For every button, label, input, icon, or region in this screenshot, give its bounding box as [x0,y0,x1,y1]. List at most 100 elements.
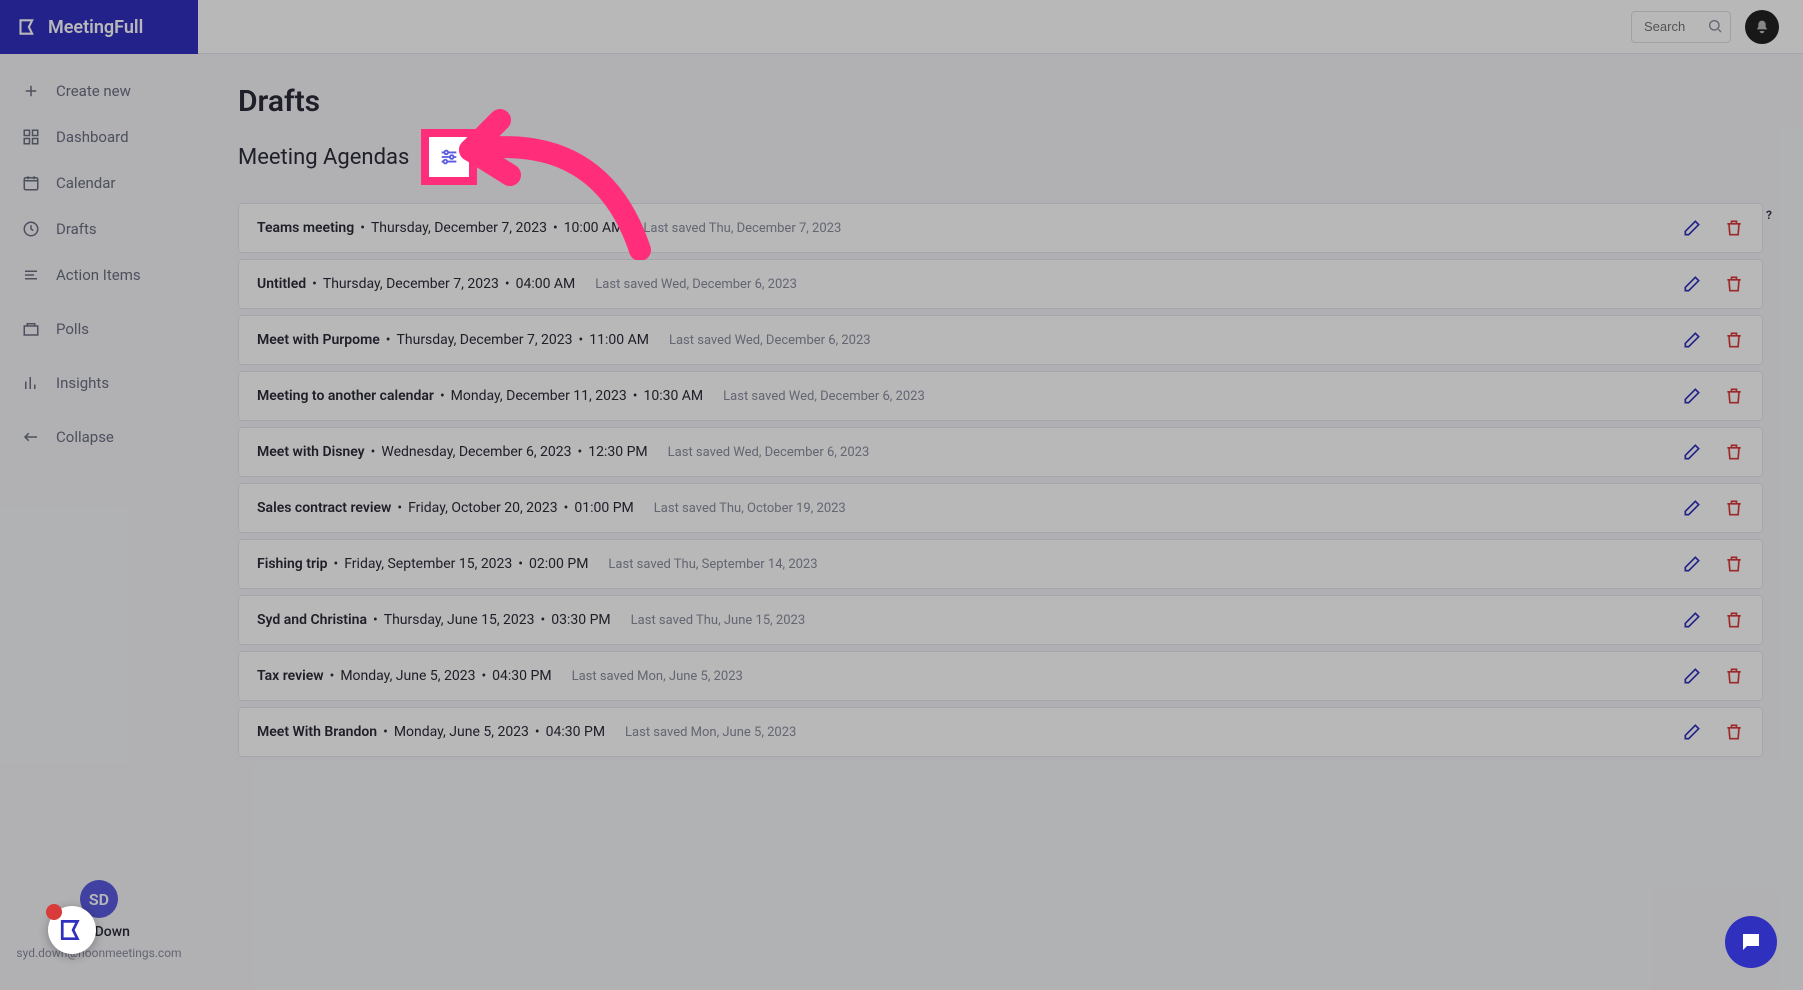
delete-button[interactable] [1724,610,1744,630]
nav-label: Calendar [56,174,116,192]
draft-title: Teams meeting [257,220,354,236]
delete-button[interactable] [1724,722,1744,742]
nav-polls[interactable]: Polls [0,306,198,352]
clock-icon [22,220,40,238]
draft-row[interactable]: Sales contract review • Friday, October … [238,483,1763,533]
app-launcher-button[interactable] [48,906,96,954]
nav-label: Insights [56,374,109,392]
delete-button[interactable] [1724,386,1744,406]
delete-button[interactable] [1724,498,1744,518]
edit-button[interactable] [1682,498,1702,518]
edit-button[interactable] [1682,442,1702,462]
separator: • [367,612,384,628]
edit-button[interactable] [1682,554,1702,574]
draft-time: 04:30 PM [546,724,605,740]
row-actions [1682,610,1744,630]
help-marker: ? [1766,208,1772,222]
nav-calendar[interactable]: Calendar [0,160,198,206]
edit-icon [1682,498,1702,518]
trash-icon [1724,722,1744,742]
edit-button[interactable] [1682,386,1702,406]
trash-icon [1724,218,1744,238]
nav-collapse[interactable]: Collapse [0,414,198,460]
brand[interactable]: MeetingFull [0,0,198,54]
draft-row[interactable]: Fishing trip • Friday, September 15, 202… [238,539,1763,589]
delete-button[interactable] [1724,274,1744,294]
separator: • [434,388,451,404]
draft-saved: Last saved Thu, June 15, 2023 [631,613,805,628]
nav-label: Drafts [56,220,97,238]
row-actions [1682,554,1744,574]
avatar-initials: SD [89,890,109,909]
edit-button[interactable] [1682,722,1702,742]
separator: • [380,332,397,348]
delete-button[interactable] [1724,330,1744,350]
trash-icon [1724,498,1744,518]
nav-label: Polls [56,320,89,338]
brand-label: MeetingFull [48,17,143,38]
nav-insights[interactable]: Insights [0,360,198,406]
edit-button[interactable] [1682,666,1702,686]
draft-saved: Last saved Wed, December 6, 2023 [723,389,925,404]
draft-time: 04:00 AM [516,276,576,292]
draft-row[interactable]: Untitled • Thursday, December 7, 2023 • … [238,259,1763,309]
edit-button[interactable] [1682,610,1702,630]
delete-button[interactable] [1724,218,1744,238]
edit-icon [1682,554,1702,574]
draft-title: Fishing trip [257,556,328,572]
draft-row[interactable]: Meeting to another calendar • Monday, De… [238,371,1763,421]
draft-time: 12:30 PM [588,444,647,460]
draft-title: Syd and Christina [257,612,367,628]
main: Drafts Meeting Agendas ? Teams meeting [198,0,1803,990]
edit-button[interactable] [1682,330,1702,350]
sidebar: MeetingFull Create new Dashboard Calenda… [0,0,198,990]
delete-button[interactable] [1724,442,1744,462]
nav-dashboard[interactable]: Dashboard [0,114,198,160]
nav-drafts[interactable]: Drafts [0,206,198,252]
trash-icon [1724,386,1744,406]
calendar-icon [22,174,40,192]
trash-icon [1724,442,1744,462]
draft-date: Friday, October 20, 2023 [408,500,558,516]
trash-icon [1724,274,1744,294]
separator: • [573,332,590,348]
draft-date: Thursday, December 7, 2023 [323,276,499,292]
draft-row[interactable]: Tax review • Monday, June 5, 2023 • 04:3… [238,651,1763,701]
nav-action-items[interactable]: Action Items [0,252,198,298]
edit-button[interactable] [1682,274,1702,294]
nav-label: Collapse [56,428,114,446]
draft-row[interactable]: Meet with Purpome • Thursday, December 7… [238,315,1763,365]
bar-chart-icon [22,374,40,392]
separator: • [572,444,589,460]
draft-title: Meet with Disney [257,444,365,460]
draft-row[interactable]: Syd and Christina • Thursday, June 15, 2… [238,595,1763,645]
draft-row[interactable]: Meet with Disney • Wednesday, December 6… [238,427,1763,477]
row-actions [1682,442,1744,462]
delete-button[interactable] [1724,666,1744,686]
separator: • [354,220,371,236]
chat-button[interactable] [1725,916,1777,968]
draft-title: Meet With Brandon [257,724,377,740]
draft-date: Thursday, June 15, 2023 [384,612,535,628]
search-icon [1707,18,1723,34]
content: Drafts Meeting Agendas ? Teams meeting [198,54,1803,757]
draft-title: Untitled [257,276,306,292]
draft-date: Friday, September 15, 2023 [344,556,512,572]
notifications-button[interactable] [1745,10,1779,44]
search-wrap [1631,11,1731,43]
delete-button[interactable] [1724,554,1744,574]
notification-badge [46,904,62,920]
separator: • [627,388,644,404]
edit-button[interactable] [1682,218,1702,238]
separator: • [328,556,345,572]
brand-logo-icon [18,17,38,37]
grid-icon [22,128,40,146]
draft-row[interactable]: Meet With Brandon • Monday, June 5, 2023… [238,707,1763,757]
drafts-list: Teams meeting • Thursday, December 7, 20… [238,203,1763,757]
draft-date: Monday, June 5, 2023 [340,668,475,684]
trash-icon [1724,554,1744,574]
separator: • [535,612,552,628]
user-email: syd.down@noonmeetings.com [16,946,181,960]
nav-create-new[interactable]: Create new [0,68,198,114]
draft-date: Thursday, December 7, 2023 [397,332,573,348]
